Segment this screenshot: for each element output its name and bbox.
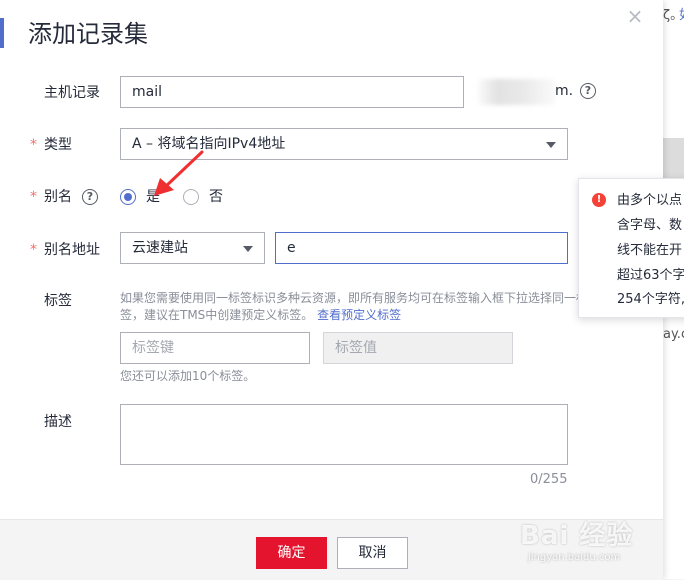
tooltip-line: 超过63个字 xyxy=(617,268,684,283)
tags-remaining-hint: 您还可以添加10个标签。 xyxy=(120,369,256,383)
host-record-label: 主机记录 xyxy=(44,85,100,101)
domain-suffix: m. xyxy=(555,83,574,99)
description-textarea[interactable] xyxy=(120,404,568,465)
type-label: 类型 xyxy=(44,137,72,153)
view-predefined-tags-link[interactable]: 查看预定义标签 xyxy=(317,308,401,322)
alias-address-input[interactable] xyxy=(275,232,568,264)
required-asterisk: * xyxy=(30,189,37,205)
alias-address-label: 别名地址 xyxy=(44,242,100,258)
background-link-fragment: 如 xyxy=(679,4,684,23)
required-asterisk: * xyxy=(30,137,37,153)
alias-no-label: 否 xyxy=(209,189,223,205)
confirm-button[interactable]: 确定 xyxy=(256,537,327,569)
validation-tooltip: ! 由多个以点 含字母、数 线不能在开 超过63个字 254个字符, xyxy=(578,178,684,318)
error-icon: ! xyxy=(592,193,606,207)
baidu-watermark: Bai 经验 xyxy=(520,521,634,551)
tags-hint-text: 签，建议在TMS中创建预定义标签。 xyxy=(120,308,314,322)
annotation-arrow-icon xyxy=(154,150,204,196)
description-label: 描述 xyxy=(44,414,72,430)
close-icon[interactable]: × xyxy=(625,6,645,26)
alias-service-select[interactable]: 云速建站 xyxy=(120,232,265,264)
chevron-down-icon xyxy=(546,142,556,148)
question-help-icon[interactable]: ? xyxy=(580,83,596,99)
tooltip-line: 254个字符, xyxy=(617,292,684,307)
host-record-input[interactable] xyxy=(120,76,464,108)
baidu-watermark-url: jingyan.baidu.com xyxy=(528,552,621,563)
tooltip-line: 含字母、数 xyxy=(617,218,683,233)
dialog-title: 添加记录集 xyxy=(28,20,148,48)
alias-service-value: 云速建站 xyxy=(132,240,188,256)
tags-hint-line2: 签，建议在TMS中创建预定义标签。 查看预定义标签 xyxy=(120,306,401,324)
cancel-button[interactable]: 取消 xyxy=(337,537,408,569)
tags-label: 标签 xyxy=(44,293,72,309)
tooltip-line: 由多个以点 xyxy=(617,193,683,208)
tag-key-input[interactable] xyxy=(120,332,310,364)
tags-hint-line1: 如果您需要使用同一标签标识多种云资源，即所有服务均可在标签输入框下拉选择同一标 xyxy=(120,291,589,305)
tooltip-line: 线不能在开 xyxy=(617,243,683,258)
alias-label: 别名 xyxy=(44,189,72,205)
alias-yes-radio[interactable] xyxy=(120,189,136,205)
background-row-band xyxy=(663,138,684,178)
required-asterisk: * xyxy=(30,242,37,258)
redacted-domain xyxy=(478,79,556,105)
chevron-down-icon xyxy=(243,246,253,252)
description-char-counter: 0/255 xyxy=(530,472,568,487)
question-help-icon[interactable]: ? xyxy=(82,189,98,205)
add-record-set-dialog: 添加记录集 × 主机记录 m. ? * 类型 A – 将域名指向IPv4地址 *… xyxy=(0,0,663,580)
background-text-fragment: ay.c xyxy=(663,327,684,342)
tag-value-input[interactable] xyxy=(323,332,513,364)
title-accent-bar xyxy=(0,18,4,48)
